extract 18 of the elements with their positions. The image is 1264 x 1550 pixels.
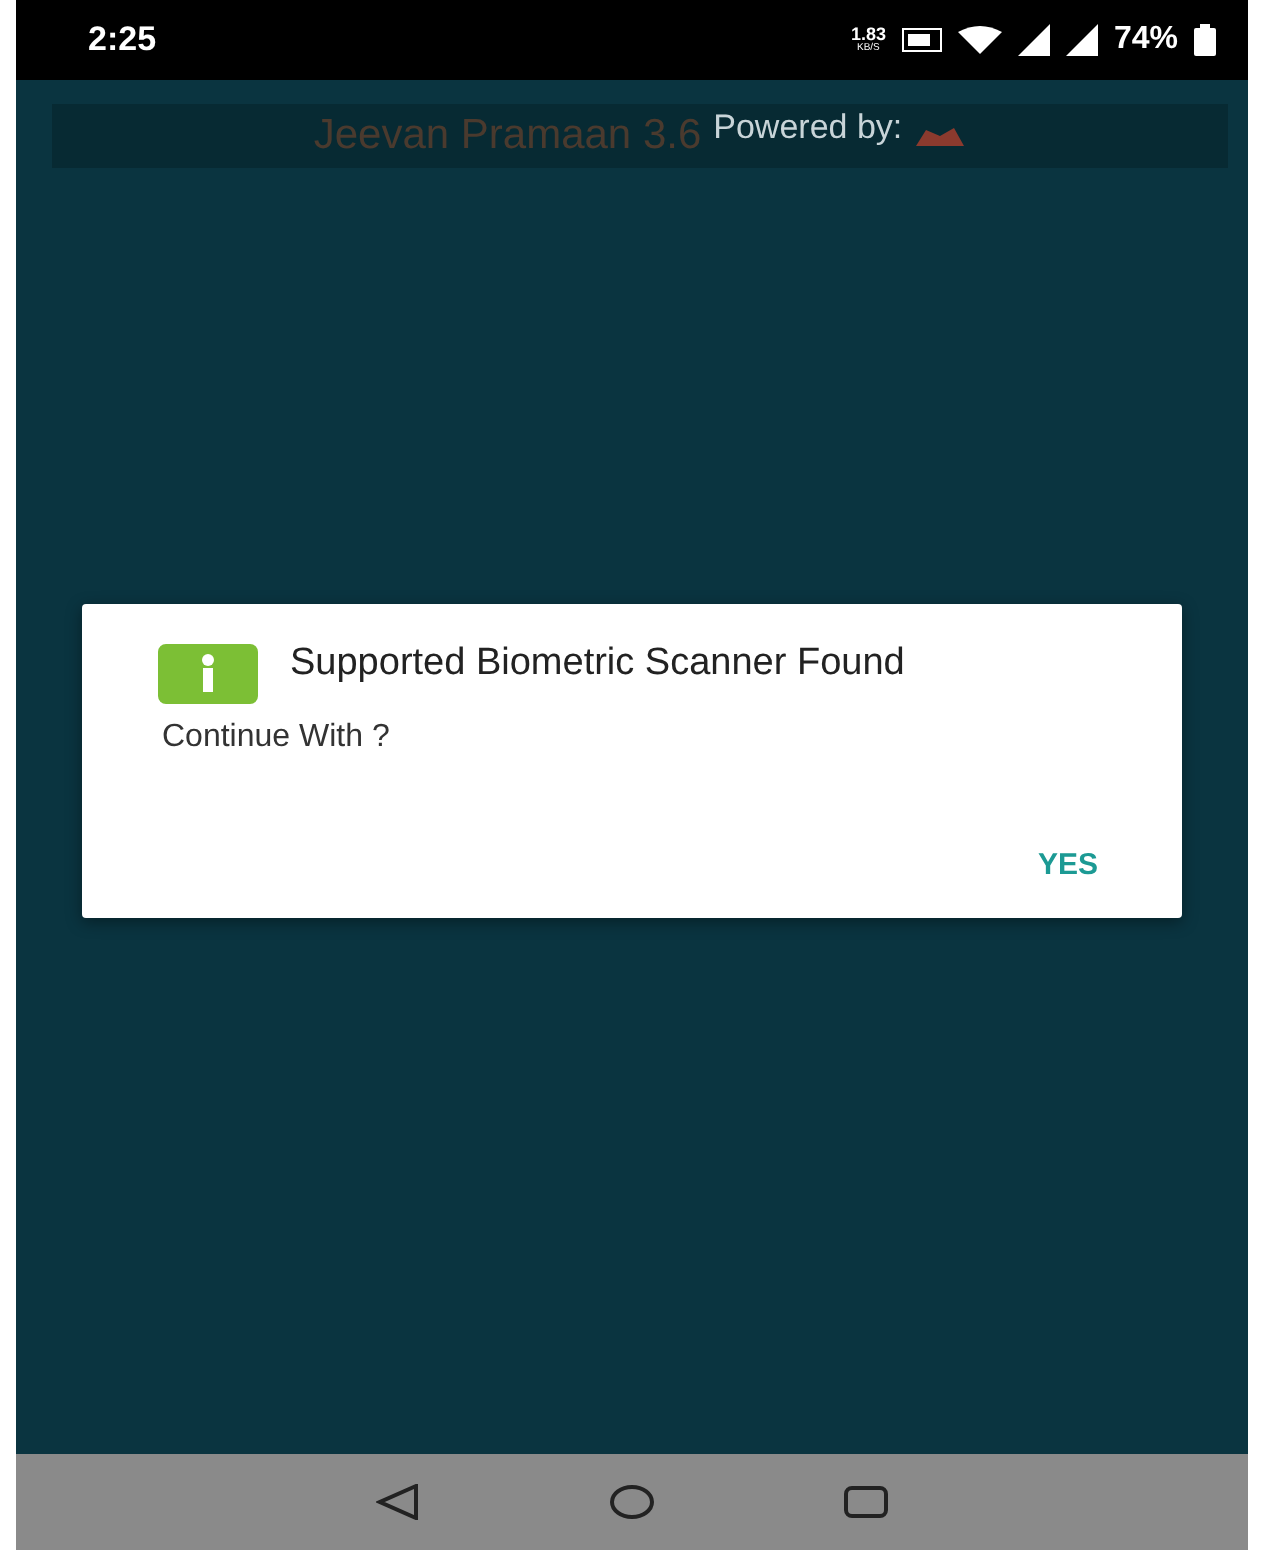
volte-icon — [901, 28, 942, 52]
clock: 2:25 — [88, 20, 159, 60]
battery-icon — [1194, 24, 1216, 56]
dialog-message: Continue With ? — [162, 720, 392, 756]
signal-icon — [1065, 24, 1098, 56]
logo-icon — [914, 124, 967, 148]
info-icon — [158, 644, 258, 704]
yes-button[interactable]: YES — [1033, 844, 1102, 886]
network-speed: 1.83 — [850, 26, 886, 44]
powered-by: Powered by: — [713, 108, 903, 148]
app-title: Jeevan Pramaan 3.6 — [313, 112, 702, 160]
battery-percentage: 74% — [1113, 22, 1178, 58]
signal-icon — [1017, 24, 1050, 56]
dialog-title: Supported Biometric Scanner Found — [290, 644, 905, 684]
home-icon[interactable] — [610, 1484, 654, 1520]
back-icon[interactable] — [376, 1484, 420, 1520]
recents-icon[interactable] — [844, 1484, 888, 1520]
wifi-icon — [957, 26, 1002, 54]
